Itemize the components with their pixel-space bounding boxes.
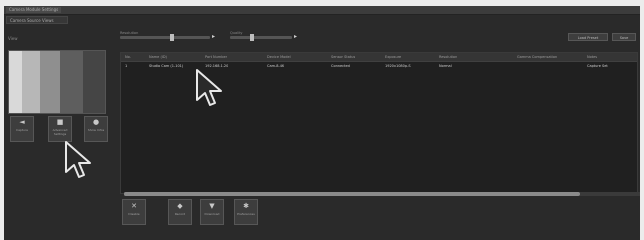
download-label: Download [204,212,220,216]
app-window: Camera Module Settings Camera Source Vie… [4,6,640,240]
chevron-right-icon[interactable]: ▸ [212,33,215,41]
show-infos-label: Show Infos [87,128,105,132]
swatch [22,51,40,113]
preview-thumbnail[interactable] [8,50,106,114]
table-cell: Connected [331,64,350,68]
table-cell: 1 [125,64,128,68]
tab-camera-source-views[interactable]: Camera Source Views [6,16,68,24]
swatch [9,51,23,113]
capture-icon: ◄ [19,118,25,126]
table-cell: Studio Cam (1-101) [149,64,184,68]
resolution-label: Resolution [120,31,139,35]
column-header[interactable]: Sensor Status [331,53,355,61]
table-cell: Cam-8-4K [267,64,285,68]
column-header[interactable]: Port Number [205,53,227,61]
resolution-slider-knob[interactable] [170,34,174,41]
preview-label: View [8,36,18,41]
advanced-icon: ■ [56,118,64,126]
preferences-button[interactable]: ✱ Preferences [234,199,258,225]
swatch [59,51,84,113]
table-header: No. Name (ID) Port Number Device Model S… [121,53,637,62]
download-button[interactable]: ▼ Download [200,199,224,225]
quality-label: Quality [230,31,243,35]
record-button[interactable]: ◆ Record [168,199,192,225]
column-header[interactable]: No. [125,53,131,61]
advanced-settings-button[interactable]: ■ Advanced Settings [48,116,72,142]
swatch [39,51,60,113]
table-cell: 1920x1080p-S [385,64,411,68]
preferences-icon: ✱ [243,202,249,210]
capture-button[interactable]: ◄ Capture [10,116,34,142]
show-infos-button[interactable]: ● Show Infos [84,116,108,142]
preferences-label: Preferences [237,212,255,216]
scrollbar-thumb[interactable] [124,192,580,196]
horizontal-scrollbar[interactable] [124,192,640,196]
column-header[interactable]: Device Model [267,53,291,61]
download-icon: ▼ [209,202,215,210]
record-label: Record [174,212,186,216]
disable-button[interactable]: ✕ Disable [122,199,146,225]
info-icon: ● [92,118,100,126]
mouse-pointer-icon [196,69,222,106]
quality-slider[interactable]: ▸ [230,33,297,41]
save-button[interactable]: Save [612,33,636,41]
window-title: Camera Module Settings [6,7,62,13]
column-header[interactable]: Gamma Compensation [517,53,557,61]
load-preset-button[interactable]: Load Preset [568,33,608,41]
table-cell: Normal [439,64,452,68]
record-icon: ◆ [177,202,183,210]
column-header[interactable]: Notes [587,53,597,61]
quality-slider-knob[interactable] [250,34,254,41]
disable-label: Disable [128,212,140,216]
advanced-settings-label: Advanced Settings [52,128,68,136]
disable-icon: ✕ [131,202,137,210]
column-header[interactable]: Exposure [385,53,401,61]
mouse-pointer-icon [65,141,91,178]
swatch [83,51,105,113]
capture-button-label: Capture [16,128,28,132]
column-header[interactable]: Name (ID) [149,53,167,61]
resolution-slider[interactable]: ▸ [120,33,215,41]
title-bar: Camera Module Settings [4,6,640,15]
chevron-right-icon[interactable]: ▸ [294,33,297,41]
table-cell: Capture Set [587,64,608,68]
column-header[interactable]: Resolution [439,53,457,61]
